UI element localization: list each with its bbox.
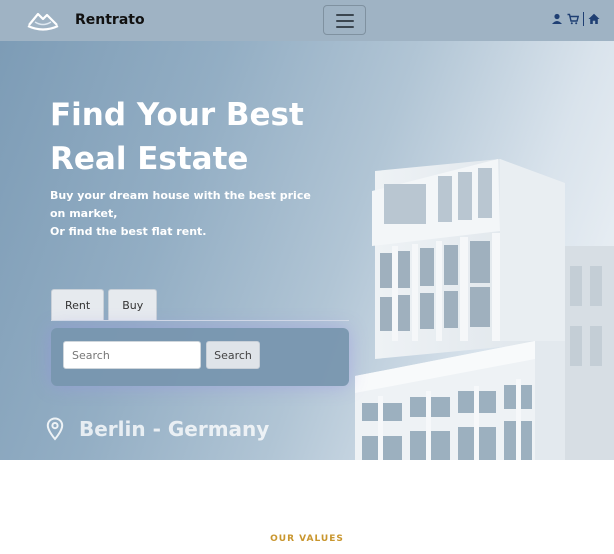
nav-divider <box>583 12 584 26</box>
search-button[interactable]: Search <box>206 341 260 369</box>
hero-subtitle-line: Or find the best flat rent. <box>50 225 207 238</box>
location-row: Berlin - Germany <box>46 417 269 441</box>
cart-icon[interactable] <box>567 13 579 25</box>
hamburger-line <box>336 20 354 22</box>
brand-link[interactable]: Rentrato <box>26 8 145 32</box>
home-icon[interactable] <box>588 13 600 25</box>
brand-name: Rentrato <box>75 12 145 28</box>
brand-logo-icon <box>27 12 59 31</box>
nav-icon-group <box>551 12 600 26</box>
search-tabs: Rent Buy <box>51 289 158 320</box>
location-text: Berlin - Germany <box>79 417 270 441</box>
hamburger-line <box>336 26 354 28</box>
hero-subtitle-line: Buy your dream house with the best price… <box>50 189 311 220</box>
search-input[interactable] <box>63 341 201 369</box>
search-panel: Search <box>51 328 349 386</box>
hamburger-line <box>336 14 354 16</box>
tab-rent[interactable]: Rent <box>51 289 105 320</box>
tab-divider <box>51 320 349 321</box>
section-label-our-values: OUR VALUES <box>270 534 344 544</box>
hero-section: Find Your Best Real Estate Buy your drea… <box>0 41 614 460</box>
tab-buy[interactable]: Buy <box>108 289 158 320</box>
hero-title: Find Your Best Real Estate <box>50 97 304 177</box>
user-icon[interactable] <box>551 13 563 25</box>
menu-toggle-button[interactable] <box>323 5 366 35</box>
navbar: Rentrato <box>0 0 614 41</box>
map-pin-icon <box>46 417 64 441</box>
hero-subtitle: Buy your dream house with the best price… <box>50 187 320 241</box>
